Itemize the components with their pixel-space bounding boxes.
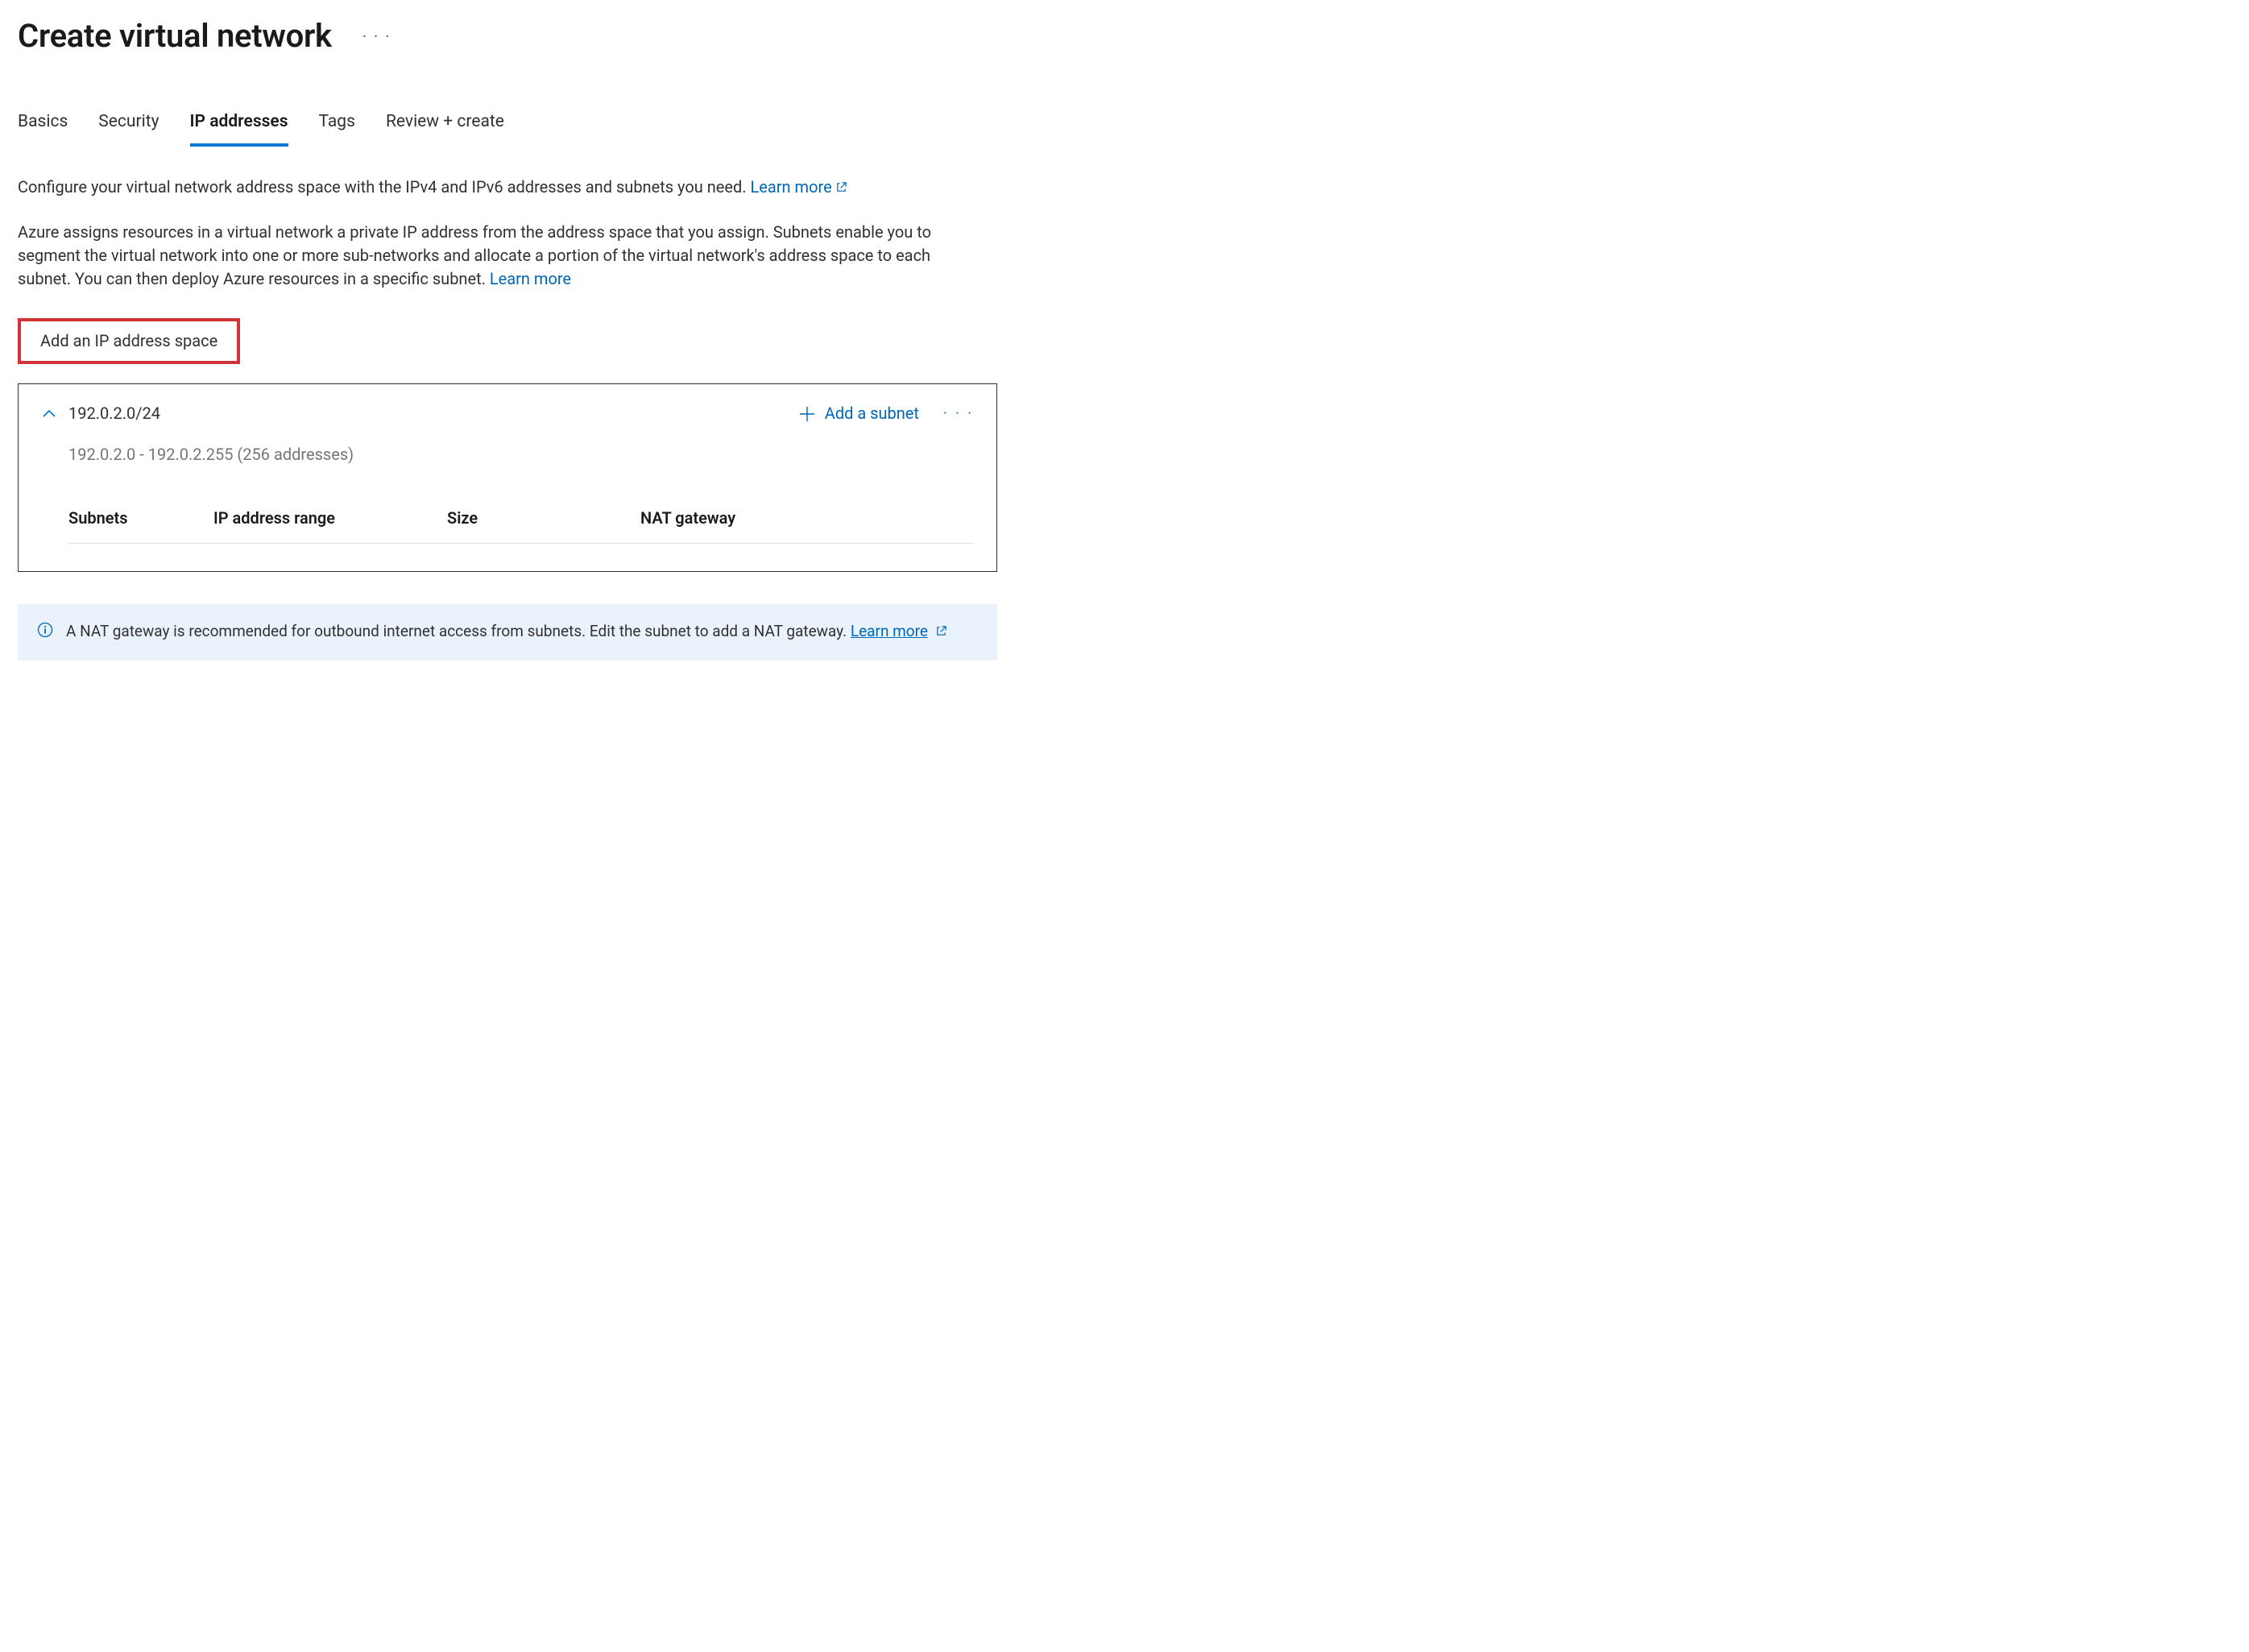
page-title: Create virtual network bbox=[18, 13, 332, 60]
intro-text-2: Azure assigns resources in a virtual net… bbox=[18, 221, 984, 291]
plus-icon bbox=[799, 406, 815, 422]
external-link-icon bbox=[835, 176, 847, 200]
info-text: A NAT gateway is recommended for outboun… bbox=[66, 622, 851, 640]
address-space-range: 192.0.2.0 - 192.0.2.255 (256 addresses) bbox=[68, 443, 974, 466]
col-nat-gateway: NAT gateway bbox=[640, 507, 974, 530]
learn-more-link-nat[interactable]: Learn more bbox=[851, 622, 928, 640]
add-ip-address-space-button[interactable]: Add an IP address space bbox=[18, 318, 240, 364]
learn-more-label: Learn more bbox=[751, 177, 832, 197]
add-subnet-label: Add a subnet bbox=[825, 402, 919, 425]
intro-text-1: Configure your virtual network address s… bbox=[18, 176, 984, 200]
learn-more-link-subnets[interactable]: Learn more bbox=[490, 269, 571, 288]
add-subnet-button[interactable]: Add a subnet bbox=[799, 402, 919, 425]
col-subnets: Subnets bbox=[68, 507, 213, 530]
tab-tags[interactable]: Tags bbox=[319, 105, 355, 147]
col-size: Size bbox=[447, 507, 640, 530]
address-space-card: 192.0.2.0/24 Add a subnet · · · 192.0.2.… bbox=[18, 383, 997, 572]
tab-security[interactable]: Security bbox=[98, 105, 159, 147]
tabs: Basics Security IP addresses Tags Review… bbox=[18, 105, 997, 147]
info-icon bbox=[37, 622, 53, 644]
learn-more-link-addresses[interactable]: Learn more bbox=[751, 177, 847, 197]
tab-review-create[interactable]: Review + create bbox=[386, 105, 504, 147]
tab-basics[interactable]: Basics bbox=[18, 105, 68, 147]
chevron-up-icon[interactable] bbox=[41, 409, 57, 419]
tab-ip-addresses[interactable]: IP addresses bbox=[190, 105, 288, 147]
subnet-table-body bbox=[68, 544, 974, 571]
address-space-more-icon[interactable]: · · · bbox=[943, 404, 974, 424]
subnet-table: Subnets IP address range Size NAT gatewa… bbox=[68, 494, 974, 571]
address-space-cidr: 192.0.2.0/24 bbox=[68, 402, 160, 425]
col-ip-range: IP address range bbox=[213, 507, 447, 530]
intro-line1: Configure your virtual network address s… bbox=[18, 177, 751, 197]
more-actions-icon[interactable]: · · · bbox=[358, 22, 396, 52]
intro-line2: Azure assigns resources in a virtual net… bbox=[18, 222, 931, 288]
external-link-icon bbox=[935, 621, 947, 644]
nat-info-banner: A NAT gateway is recommended for outboun… bbox=[18, 604, 997, 660]
